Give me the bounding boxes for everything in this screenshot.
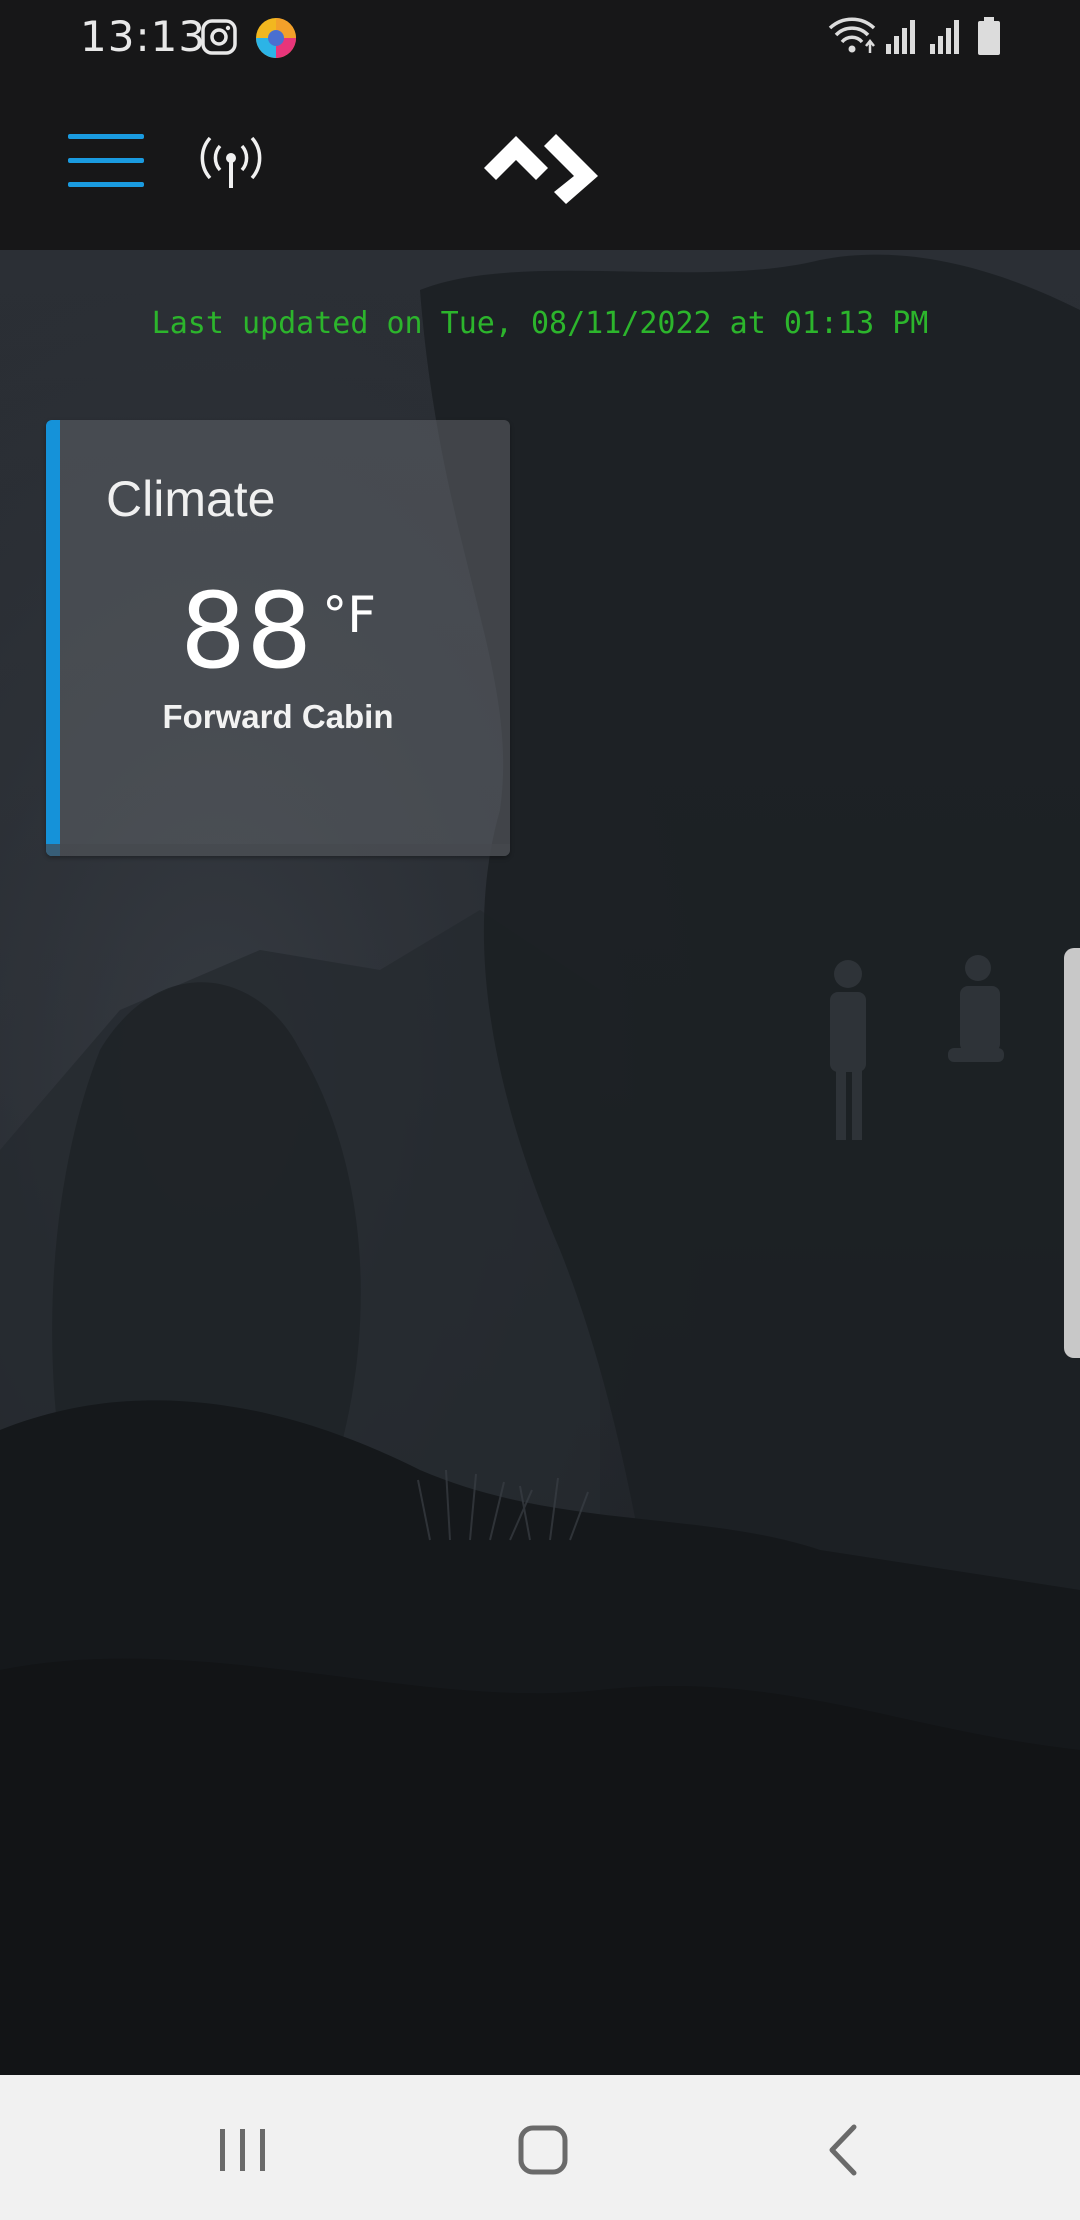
back-icon[interactable]: [812, 2115, 882, 2185]
temperature-display: 88 °F: [46, 570, 510, 692]
colorful-app-icon: [256, 18, 296, 58]
status-time: 13:13: [80, 12, 207, 61]
system-nav-bar: [0, 2075, 1080, 2220]
cell-signal-icon: [886, 20, 915, 54]
edge-panel-handle[interactable]: [1064, 948, 1080, 1358]
hamburger-menu-icon[interactable]: [68, 134, 144, 188]
temperature-value: 88: [179, 570, 313, 692]
temperature-unit: °F: [322, 586, 377, 644]
battery-icon: [978, 17, 1000, 55]
antenna-broadcast-icon[interactable]: [196, 132, 266, 190]
app-bar: [0, 74, 1080, 250]
home-icon[interactable]: [508, 2115, 578, 2185]
last-updated-text: Last updated on Tue, 08/11/2022 at 01:13…: [151, 306, 929, 341]
recent-apps-icon[interactable]: [208, 2115, 278, 2185]
wifi-icon: [828, 17, 876, 53]
location-label: Forward Cabin: [162, 698, 394, 735]
card-title: Climate: [106, 471, 276, 527]
cell-signal-icon: [930, 20, 959, 54]
climate-card[interactable]: Climate 88 °F Forward Cabin: [46, 420, 510, 856]
brand-logo-icon: [484, 134, 598, 204]
status-bar: 13:13: [0, 0, 1080, 74]
dashboard-content: Last updated on Tue, 08/11/2022 at 01:13…: [0, 250, 1080, 2075]
card-bottom-edge: [46, 844, 510, 856]
instagram-icon: [201, 19, 237, 55]
